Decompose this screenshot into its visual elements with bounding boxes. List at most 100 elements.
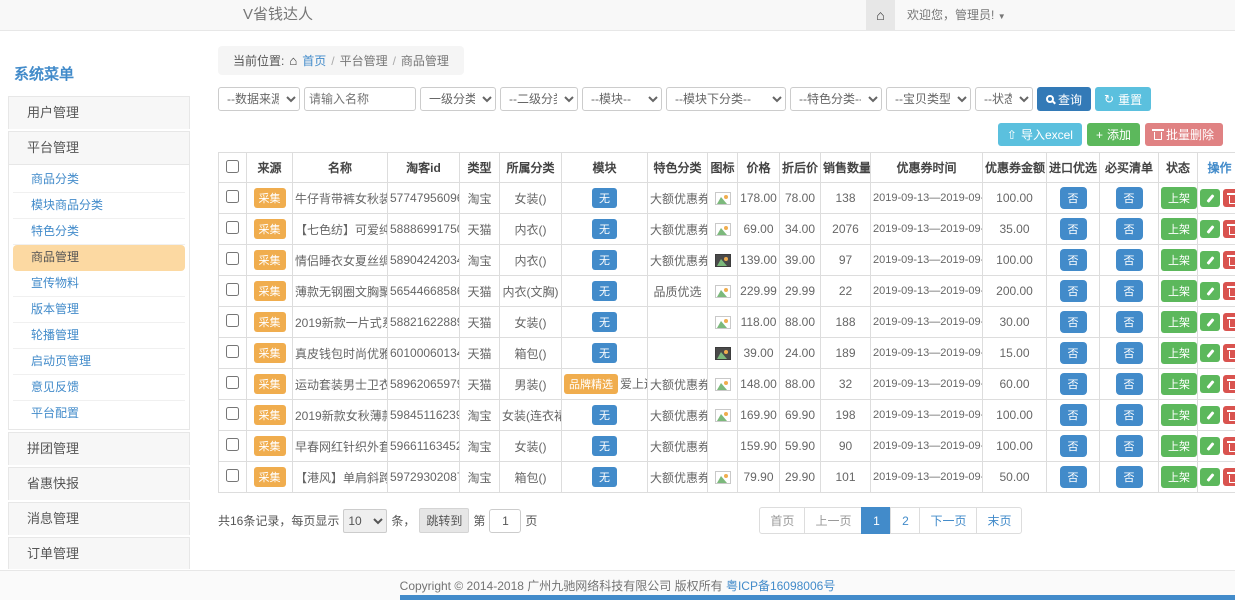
pager-prev[interactable]: 上一页	[804, 507, 862, 534]
reset-button[interactable]: ↻ 重置	[1095, 87, 1151, 111]
status-toggle[interactable]: 上架	[1161, 342, 1197, 364]
delete-button[interactable]	[1223, 375, 1235, 393]
row-checkbox[interactable]	[226, 221, 239, 234]
delete-button[interactable]	[1223, 468, 1235, 486]
must-buy-toggle[interactable]: 否	[1116, 404, 1143, 426]
level2-category-select[interactable]: --二级分类--	[500, 87, 578, 111]
user-menu[interactable]: 欢迎您，管理员! ▼	[895, 0, 1018, 30]
edit-button[interactable]	[1200, 437, 1220, 455]
sidebar-item-user-management[interactable]: 用户管理	[8, 96, 190, 129]
must-buy-toggle[interactable]: 否	[1116, 466, 1143, 488]
batch-delete-button[interactable]: 批量删除	[1145, 123, 1223, 146]
breadcrumb-home-link[interactable]: 首页	[302, 52, 326, 69]
delete-button[interactable]	[1223, 344, 1235, 362]
import-select-toggle[interactable]: 否	[1060, 342, 1087, 364]
jump-button[interactable]: 跳转到	[419, 508, 469, 533]
edit-button[interactable]	[1200, 220, 1220, 238]
status-select[interactable]: --状态--	[975, 87, 1033, 111]
feature-category-select[interactable]: --特色分类--	[790, 87, 882, 111]
status-toggle[interactable]: 上架	[1161, 373, 1197, 395]
delete-button[interactable]	[1223, 220, 1235, 238]
import-select-toggle[interactable]: 否	[1060, 311, 1087, 333]
must-buy-toggle[interactable]: 否	[1116, 249, 1143, 271]
import-select-toggle[interactable]: 否	[1060, 404, 1087, 426]
level1-category-select[interactable]: 一级分类	[420, 87, 496, 111]
name-search-input[interactable]	[304, 87, 416, 111]
must-buy-toggle[interactable]: 否	[1116, 280, 1143, 302]
row-checkbox[interactable]	[226, 345, 239, 358]
import-select-toggle[interactable]: 否	[1060, 373, 1087, 395]
delete-button[interactable]	[1223, 406, 1235, 424]
row-checkbox[interactable]	[226, 190, 239, 203]
sidebar-item-express-news[interactable]: 省惠快报	[8, 467, 190, 500]
sidebar-subitem-promo-material[interactable]: 宣传物料	[13, 271, 185, 297]
status-toggle[interactable]: 上架	[1161, 404, 1197, 426]
must-buy-toggle[interactable]: 否	[1116, 187, 1143, 209]
edit-button[interactable]	[1200, 375, 1220, 393]
icp-link[interactable]: 粤ICP备16098006号	[726, 577, 835, 594]
sidebar-subitem-goods-category[interactable]: 商品分类	[13, 167, 185, 193]
pager-next[interactable]: 下一页	[919, 507, 977, 534]
sidebar-item-group-buy-management[interactable]: 拼团管理	[8, 432, 190, 465]
import-select-toggle[interactable]: 否	[1060, 466, 1087, 488]
status-toggle[interactable]: 上架	[1161, 466, 1197, 488]
edit-button[interactable]	[1200, 344, 1220, 362]
pager-page-1[interactable]: 1	[861, 507, 891, 534]
select-all-checkbox[interactable]	[226, 160, 239, 173]
must-buy-toggle[interactable]: 否	[1116, 373, 1143, 395]
import-excel-button[interactable]: ⇧ 导入excel	[998, 123, 1082, 146]
delete-button[interactable]	[1223, 282, 1235, 300]
pager-first[interactable]: 首页	[759, 507, 805, 534]
import-select-toggle[interactable]: 否	[1060, 218, 1087, 240]
module-subcategory-select[interactable]: --模块下分类--	[666, 87, 786, 111]
status-toggle[interactable]: 上架	[1161, 280, 1197, 302]
pager-page-2[interactable]: 2	[890, 507, 920, 534]
must-buy-toggle[interactable]: 否	[1116, 218, 1143, 240]
edit-button[interactable]	[1200, 406, 1220, 424]
status-toggle[interactable]: 上架	[1161, 218, 1197, 240]
must-buy-toggle[interactable]: 否	[1116, 311, 1143, 333]
row-checkbox[interactable]	[226, 314, 239, 327]
row-checkbox[interactable]	[226, 252, 239, 265]
sidebar-subitem-module-goods-category[interactable]: 模块商品分类	[13, 193, 185, 219]
delete-button[interactable]	[1223, 251, 1235, 269]
edit-button[interactable]	[1200, 282, 1220, 300]
sidebar-item-message-management[interactable]: 消息管理	[8, 502, 190, 535]
must-buy-toggle[interactable]: 否	[1116, 435, 1143, 457]
edit-button[interactable]	[1200, 251, 1220, 269]
status-toggle[interactable]: 上架	[1161, 249, 1197, 271]
row-checkbox[interactable]	[226, 469, 239, 482]
sidebar-subitem-goods-management[interactable]: 商品管理	[13, 245, 185, 271]
sidebar-subitem-feedback[interactable]: 意见反馈	[13, 375, 185, 401]
delete-button[interactable]	[1223, 437, 1235, 455]
sidebar-subitem-carousel-management[interactable]: 轮播管理	[13, 323, 185, 349]
status-toggle[interactable]: 上架	[1161, 435, 1197, 457]
home-button[interactable]: ⌂	[866, 0, 895, 30]
status-toggle[interactable]: 上架	[1161, 311, 1197, 333]
sidebar-subitem-splash-page-management[interactable]: 启动页管理	[13, 349, 185, 375]
import-select-toggle[interactable]: 否	[1060, 280, 1087, 302]
sidebar-item-platform-management[interactable]: 平台管理	[8, 131, 190, 164]
delete-button[interactable]	[1223, 313, 1235, 331]
row-checkbox[interactable]	[226, 407, 239, 420]
must-buy-toggle[interactable]: 否	[1116, 342, 1143, 364]
add-button[interactable]: + 添加	[1087, 123, 1140, 146]
data-source-select[interactable]: --数据来源--	[218, 87, 300, 111]
edit-button[interactable]	[1200, 468, 1220, 486]
import-select-toggle[interactable]: 否	[1060, 435, 1087, 457]
edit-button[interactable]	[1200, 189, 1220, 207]
module-select[interactable]: --模块--	[582, 87, 662, 111]
import-select-toggle[interactable]: 否	[1060, 187, 1087, 209]
per-page-select[interactable]: 10	[343, 509, 387, 533]
item-type-select[interactable]: --宝贝类型--	[886, 87, 971, 111]
row-checkbox[interactable]	[226, 438, 239, 451]
jump-page-input[interactable]	[489, 509, 521, 533]
status-toggle[interactable]: 上架	[1161, 187, 1197, 209]
delete-button[interactable]	[1223, 189, 1235, 207]
query-button[interactable]: 查询	[1037, 87, 1091, 111]
row-checkbox[interactable]	[226, 376, 239, 389]
pager-last[interactable]: 末页	[976, 507, 1022, 534]
import-select-toggle[interactable]: 否	[1060, 249, 1087, 271]
sidebar-item-order-management[interactable]: 订单管理	[8, 537, 190, 569]
sidebar-subitem-platform-config[interactable]: 平台配置	[13, 401, 185, 427]
